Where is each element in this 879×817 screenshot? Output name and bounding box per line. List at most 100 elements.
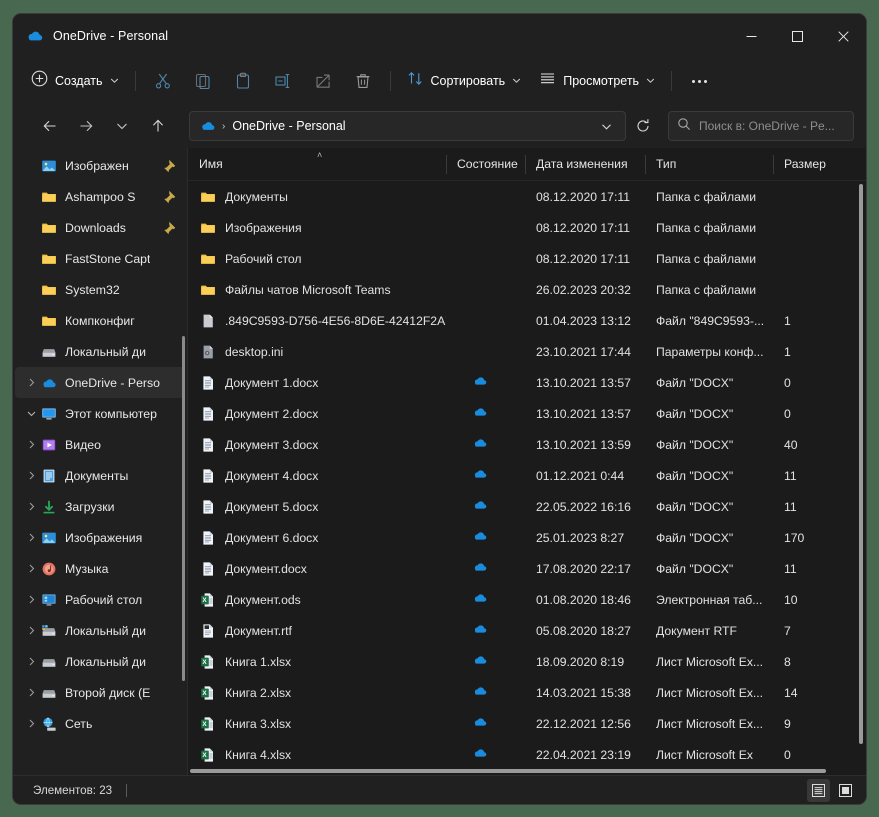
sidebar-item-15[interactable]: Локальный ди [15,615,185,646]
sidebar-item-1[interactable]: Ashampoo S [15,181,185,212]
sidebar-item-9[interactable]: Видео [15,429,185,460]
table-row[interactable]: X Книга 2.xlsx 14.03.2021 15:38 Лист Micros… [188,677,866,708]
navigation-pane-scrollbar[interactable] [182,336,185,681]
column-header-size[interactable]: Размер [773,148,863,181]
table-row[interactable]: Изображения 08.12.2020 17:11 Папка с файла… [188,212,866,243]
table-row[interactable]: Документ.rtf 05.08.2020 18:27 Документ RTF… [188,615,866,646]
file-name-cell[interactable]: Документ.docx [188,560,446,577]
file-name-cell[interactable]: Документы [188,188,446,205]
table-row[interactable]: Документ 3.docx 13.10.2021 13:59 Файл "DOC… [188,429,866,460]
table-row[interactable]: X Документ.ods 01.08.2020 18:46 Электронная… [188,584,866,615]
table-row[interactable]: Документ 6.docx 25.01.2023 8:27 Файл "DOCX… [188,522,866,553]
back-button[interactable] [35,111,65,141]
recent-locations-button[interactable] [107,111,137,141]
paste-button[interactable] [223,65,263,97]
sidebar-item-6[interactable]: Локальный ди [15,336,185,367]
file-list-horizontal-scrollbar[interactable] [190,769,826,773]
address-bar[interactable]: › OneDrive - Personal [189,111,626,141]
chevron-right-icon[interactable] [23,532,40,543]
sidebar-item-12[interactable]: Изображения [15,522,185,553]
maximize-button[interactable] [774,14,820,58]
file-name-cell[interactable]: X Книга 3.xlsx [188,715,446,732]
sidebar-item-17[interactable]: Второй диск (E [15,677,185,708]
chevron-right-icon[interactable] [23,718,40,729]
close-button[interactable] [820,14,866,58]
file-name-cell[interactable]: Изображения [188,219,446,236]
more-options-button[interactable] [679,65,719,97]
file-name-cell[interactable]: Документ.rtf [188,622,446,639]
file-name-cell[interactable]: Файлы чатов Microsoft Teams [188,281,446,298]
table-row[interactable]: Документ 1.docx 13.10.2021 13:57 Файл "DOC… [188,367,866,398]
column-header-date-modified[interactable]: Дата изменения [525,148,645,181]
pin-icon[interactable] [163,189,179,210]
file-name-cell[interactable]: Документ 2.docx [188,405,446,422]
table-row[interactable]: Документ 2.docx 13.10.2021 13:57 Файл "DOC… [188,398,866,429]
chevron-right-icon[interactable] [23,439,40,450]
breadcrumb-current[interactable]: OneDrive - Personal [232,119,345,133]
table-row[interactable]: Файлы чатов Microsoft Teams 26.02.2023 20… [188,274,866,305]
sidebar-item-16[interactable]: Локальный ди [15,646,185,677]
table-row[interactable]: X Книга 1.xlsx 18.09.2020 8:19 Лист Microso… [188,646,866,677]
sidebar-item-10[interactable]: Документы [15,460,185,491]
chevron-right-icon[interactable] [23,470,40,481]
table-row[interactable]: Документ 5.docx 22.05.2022 16:16 Файл "DOC… [188,491,866,522]
sidebar-item-14[interactable]: Рабочий стол [15,584,185,615]
forward-button[interactable] [71,111,101,141]
chevron-right-icon[interactable] [23,501,40,512]
chevron-right-icon[interactable] [23,625,40,636]
refresh-button[interactable] [628,111,658,141]
sidebar-item-3[interactable]: FastStone Capt [15,243,185,274]
minimize-button[interactable] [728,14,774,58]
sidebar-item-8[interactable]: Этот компьютер [15,398,185,429]
new-button[interactable]: Создать [23,65,128,97]
sidebar-item-7[interactable]: OneDrive - Perso [15,367,185,398]
address-dropdown-button[interactable] [591,113,621,139]
sort-button[interactable]: Сортировать [398,65,531,97]
file-name-cell[interactable]: Документ 3.docx [188,436,446,453]
column-header-state[interactable]: Состояние [446,148,525,181]
file-list-vertical-scrollbar[interactable] [859,184,863,744]
file-name-cell[interactable]: Документ 1.docx [188,374,446,391]
search-box[interactable]: Поиск в: OneDrive - Pe... [668,111,854,141]
sidebar-item-11[interactable]: Загрузки [15,491,185,522]
rename-button[interactable] [263,65,303,97]
file-name-cell[interactable]: desktop.ini [188,343,446,360]
table-row[interactable]: Документы 08.12.2020 17:11 Папка с файлами [188,181,866,212]
table-row[interactable]: X Книга 3.xlsx 22.12.2021 12:56 Лист Micros… [188,708,866,739]
sidebar-item-18[interactable]: Сеть [15,708,185,739]
sidebar-item-5[interactable]: Компконфиг [15,305,185,336]
chevron-right-icon[interactable] [23,594,40,605]
file-name-cell[interactable]: Документ 5.docx [188,498,446,515]
pin-icon[interactable] [163,158,179,179]
details-view-button[interactable] [807,779,830,802]
chevron-right-icon[interactable] [23,563,40,574]
column-header-name[interactable]: Имя ˄ [188,148,446,181]
table-row[interactable]: Документ.docx 17.08.2020 22:17 Файл "DOCX"… [188,553,866,584]
file-name-cell[interactable]: Документ 6.docx [188,529,446,546]
chevron-down-icon[interactable] [23,408,40,419]
table-row[interactable]: .849C9593-D756-4E56-8D6E-42412F2A707B 01.… [188,305,866,336]
file-name-cell[interactable]: Документ 4.docx [188,467,446,484]
up-button[interactable] [143,111,173,141]
sidebar-item-2[interactable]: Downloads [15,212,185,243]
file-name-cell[interactable]: X Документ.ods [188,591,446,608]
delete-button[interactable] [343,65,383,97]
pin-icon[interactable] [163,220,179,241]
large-icons-view-button[interactable] [834,779,857,802]
view-button[interactable]: Просмотреть [530,65,664,97]
table-row[interactable]: Рабочий стол 08.12.2020 17:11 Папка с файл… [188,243,866,274]
share-button[interactable] [303,65,343,97]
cut-button[interactable] [143,65,183,97]
file-name-cell[interactable]: X Книга 4.xlsx [188,746,446,763]
sidebar-item-4[interactable]: System32 [15,274,185,305]
table-row[interactable]: desktop.ini 23.10.2021 17:44 Параметры кон… [188,336,866,367]
chevron-right-icon[interactable] [23,377,40,388]
chevron-right-icon[interactable] [23,687,40,698]
file-name-cell[interactable]: .849C9593-D756-4E56-8D6E-42412F2A707B [188,312,446,329]
file-name-cell[interactable]: X Книга 1.xlsx [188,653,446,670]
copy-button[interactable] [183,65,223,97]
chevron-right-icon[interactable] [23,656,40,667]
sidebar-item-0[interactable]: Изображен [15,150,185,181]
column-header-type[interactable]: Тип [645,148,773,181]
sidebar-item-13[interactable]: Музыка [15,553,185,584]
